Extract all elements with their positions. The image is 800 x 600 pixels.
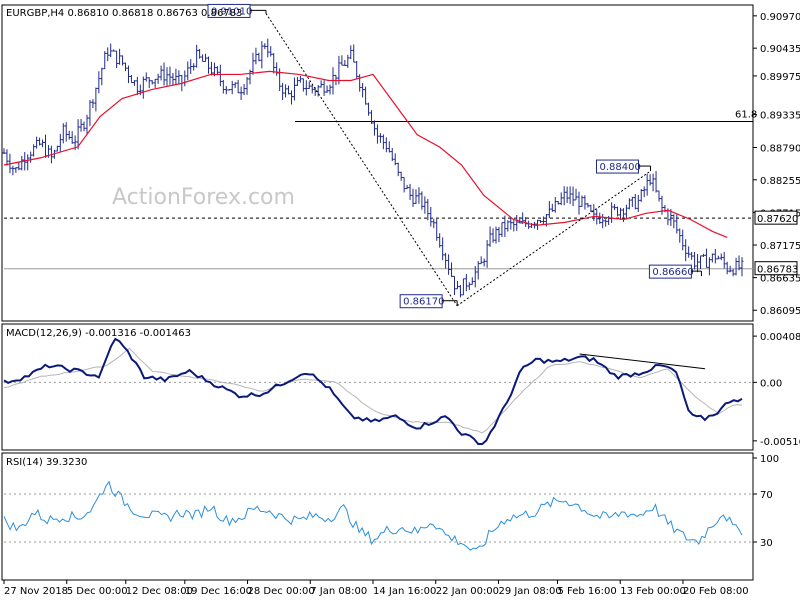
price-y-tick-label: 0.90435 xyxy=(760,44,800,55)
rsi-y-tick-label: 100 xyxy=(760,454,779,465)
current-price-label: 0.86783 xyxy=(757,265,798,276)
x-tick-label: 12 Dec 08:00 xyxy=(126,586,193,597)
swing-price-label: 0.86170 xyxy=(403,297,444,308)
watermark: ActionForex.com xyxy=(112,185,295,210)
support-price-label: 0.87620 xyxy=(757,214,798,225)
macd-y-tick-label: 0.00 xyxy=(760,378,782,389)
price-y-tick-label: 0.90970 xyxy=(760,12,800,23)
rsi-y-tick-label: 70 xyxy=(760,490,773,501)
price-y-tick-label: 0.87175 xyxy=(760,241,800,252)
x-tick-label: 22 Jan 00:00 xyxy=(436,586,499,597)
rsi-title: RSI(14) 39.3230 xyxy=(6,457,87,468)
x-tick-label: 5 Dec 00:00 xyxy=(67,586,128,597)
x-tick-label: 5 Feb 16:00 xyxy=(558,586,617,597)
macd-title: MACD(12,26,9) -0.001316 -0.001463 xyxy=(6,328,191,339)
x-tick-label: 20 Feb 08:00 xyxy=(683,586,749,597)
macd-panel-frame xyxy=(1,323,754,451)
price-y-tick-label: 0.89975 xyxy=(760,72,800,83)
swing-price-label: 0.86660 xyxy=(652,267,693,278)
price-y-tick-label: 0.86095 xyxy=(760,306,800,317)
x-tick-label: 19 Dec 16:00 xyxy=(185,586,252,597)
price-y-tick-label: 0.88790 xyxy=(760,143,800,154)
x-tick-label: 27 Nov 2018 xyxy=(4,586,68,597)
x-tick-label: 13 Feb 00:00 xyxy=(620,586,686,597)
chart-canvas[interactable]: ActionForex.com 0.90970 0.90435 0.89975 0.8… xyxy=(0,0,800,600)
fib-level-label: 61.8 xyxy=(735,110,757,121)
macd-y-tick-label: 0.004083 xyxy=(760,332,800,343)
x-tick-label: 14 Jan 16:00 xyxy=(373,586,436,597)
rsi-y-tick-label: 30 xyxy=(760,538,773,549)
x-tick-label: 7 Jan 08:00 xyxy=(310,586,367,597)
x-tick-label: 28 Dec 00:00 xyxy=(248,586,315,597)
price-y-tick-label: 0.89335 xyxy=(760,111,800,122)
macd-y-tick-label: -0.005169 xyxy=(760,437,800,448)
x-axis: 27 Nov 20185 Dec 00:0012 Dec 08:0019 Dec… xyxy=(3,580,749,597)
price-y-tick-label: 0.88255 xyxy=(760,176,800,187)
swing-price-label: 0.88400 xyxy=(599,162,640,173)
x-tick-label: 29 Jan 08:00 xyxy=(498,586,561,597)
price-chart-title: EURGBP,H4 0.86810 0.86818 0.86763 0.8678… xyxy=(6,8,242,19)
rsi-panel-frame xyxy=(1,452,754,581)
